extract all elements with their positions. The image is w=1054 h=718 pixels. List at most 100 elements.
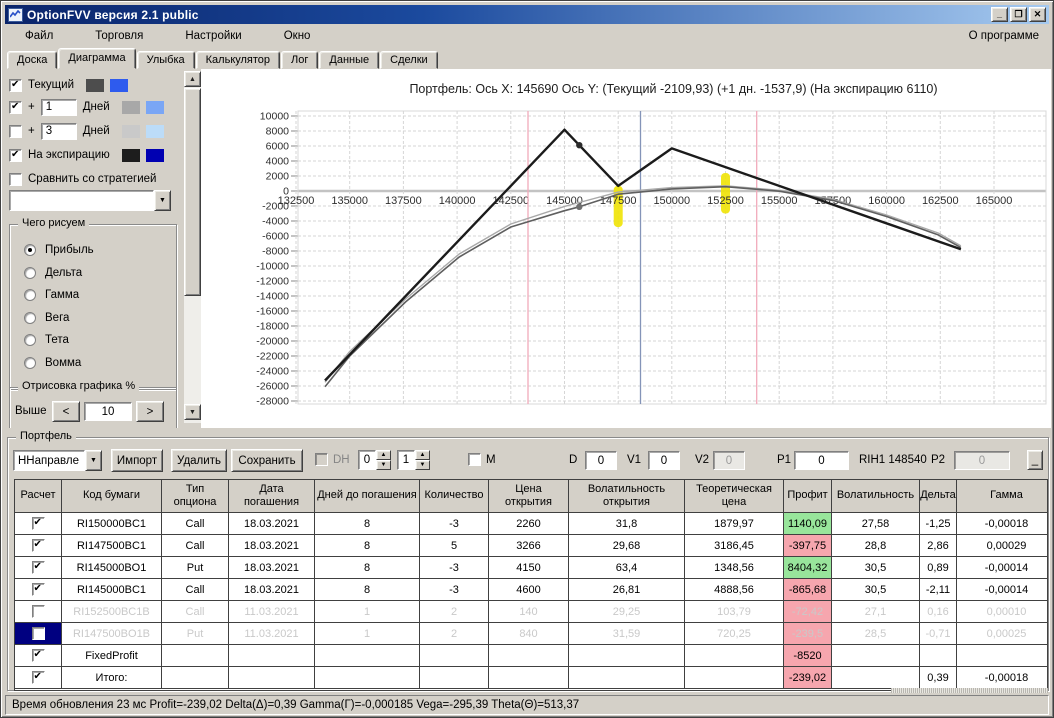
- dropdown-arrow-icon[interactable]: ▼: [154, 190, 171, 211]
- spin-up-icon[interactable]: ▲: [415, 450, 430, 460]
- import-button[interactable]: Импорт: [111, 449, 163, 472]
- radio-icon[interactable]: [24, 289, 36, 302]
- column-header[interactable]: Расчет: [15, 480, 62, 513]
- row-checkbox[interactable]: [31, 517, 45, 530]
- row-checkbox[interactable]: [31, 671, 45, 684]
- plus1-color-swatch-1[interactable]: [121, 100, 140, 114]
- radio-icon[interactable]: [24, 334, 36, 347]
- render-percent-value[interactable]: 10: [84, 402, 132, 421]
- draw-option-Прибыль[interactable]: Прибыль: [24, 239, 94, 262]
- row-checkbox[interactable]: [31, 583, 45, 596]
- table-row[interactable]: RI145000BO1Put18.03.20218-3415063,41348,…: [15, 557, 1047, 579]
- tab-Улыбка[interactable]: Улыбка: [136, 51, 195, 69]
- menu-item-Торговля[interactable]: Торговля: [83, 27, 155, 45]
- plus1-checkbox[interactable]: [9, 100, 22, 114]
- v1-field[interactable]: 0: [648, 451, 680, 470]
- row-checkbox[interactable]: [31, 539, 45, 552]
- menu-item-about[interactable]: О программе: [959, 27, 1049, 45]
- plus3-days-input[interactable]: 3: [40, 122, 77, 140]
- p1-field[interactable]: 0: [794, 451, 849, 470]
- plus1-color-swatch-2[interactable]: [145, 100, 164, 114]
- spinner-arrows[interactable]: ▲ ▼: [415, 450, 430, 470]
- strategy-dropdown-value[interactable]: [9, 190, 154, 211]
- plus3-checkbox[interactable]: [9, 124, 22, 138]
- d-field[interactable]: 0: [585, 451, 617, 470]
- tab-Доска[interactable]: Доска: [7, 51, 58, 69]
- direction-dropdown[interactable]: ННаправле ▼: [13, 450, 102, 471]
- expiration-color-swatch-2[interactable]: [145, 148, 164, 162]
- table-row[interactable]: RI145000BC1Call18.03.20218-3460026,81488…: [15, 579, 1047, 601]
- column-header[interactable]: Профит: [784, 480, 832, 513]
- column-header[interactable]: Тип опциона: [162, 480, 229, 513]
- tab-Сделки[interactable]: Сделки: [380, 51, 438, 69]
- draw-option-Вега[interactable]: Вега: [24, 307, 94, 330]
- row-calc-checkbox-cell[interactable]: [15, 579, 62, 601]
- draw-option-Тета[interactable]: Тета: [24, 329, 94, 352]
- menu-item-Файл[interactable]: Файл: [13, 27, 65, 45]
- tab-Диаграмма[interactable]: Диаграмма: [58, 48, 136, 69]
- radio-icon[interactable]: [24, 266, 36, 279]
- menu-item-Настройки[interactable]: Настройки: [173, 27, 253, 45]
- row-checkbox[interactable]: [31, 561, 45, 574]
- column-header[interactable]: Код бумаги: [62, 480, 162, 513]
- m-checkbox[interactable]: [468, 453, 481, 466]
- column-header[interactable]: Дельта: [920, 480, 957, 513]
- scroll-up-icon[interactable]: ▲: [184, 71, 201, 87]
- column-header[interactable]: Волатильность: [832, 480, 920, 513]
- row-checkbox[interactable]: [31, 627, 45, 640]
- maximize-button[interactable]: ❐: [1010, 7, 1027, 22]
- minimize-button[interactable]: _: [991, 7, 1008, 22]
- radio-icon[interactable]: [24, 356, 36, 369]
- dh-spinner-2[interactable]: 1 ▲ ▼: [397, 450, 430, 470]
- radio-icon[interactable]: [24, 244, 36, 257]
- spin-down-icon[interactable]: ▼: [376, 460, 391, 470]
- plus1-days-input[interactable]: 1: [40, 98, 77, 116]
- current-checkbox[interactable]: [9, 78, 22, 92]
- column-header[interactable]: Количество: [420, 480, 489, 513]
- save-button[interactable]: Сохранить: [231, 449, 303, 472]
- table-row[interactable]: RI147500BC1Call18.03.202185326629,683186…: [15, 535, 1047, 557]
- spinner-value[interactable]: 1: [397, 450, 415, 470]
- column-header[interactable]: Цена открытия: [489, 480, 569, 513]
- dropdown-arrow-icon[interactable]: ▼: [85, 450, 102, 471]
- dh-spinner-1[interactable]: 0 ▲ ▼: [358, 450, 391, 470]
- row-calc-checkbox-cell[interactable]: [15, 601, 62, 623]
- row-calc-checkbox-cell[interactable]: [15, 557, 62, 579]
- row-checkbox[interactable]: [31, 649, 45, 662]
- row-calc-checkbox-cell[interactable]: [15, 513, 62, 535]
- draw-option-Дельта[interactable]: Дельта: [24, 262, 94, 285]
- tab-Лог[interactable]: Лог: [281, 51, 319, 69]
- menu-item-Окно[interactable]: Окно: [272, 27, 323, 45]
- plus3-color-swatch-2[interactable]: [145, 124, 164, 138]
- current-color-swatch-2[interactable]: [110, 78, 128, 92]
- table-row[interactable]: RI150000BC1Call18.03.20218-3226031,81879…: [15, 513, 1047, 535]
- table-row[interactable]: FixedProfit -8520: [15, 645, 1047, 667]
- spin-up-icon[interactable]: ▲: [376, 450, 391, 460]
- tab-Данные[interactable]: Данные: [319, 51, 380, 69]
- render-increase-button[interactable]: >: [136, 401, 164, 422]
- tab-Калькулятор[interactable]: Калькулятор: [195, 51, 281, 69]
- strategy-dropdown[interactable]: ▼: [9, 190, 171, 211]
- dh-checkbox[interactable]: [315, 453, 328, 466]
- spinner-arrows[interactable]: ▲ ▼: [376, 450, 391, 470]
- radio-icon[interactable]: [24, 311, 36, 324]
- render-decrease-button[interactable]: <: [52, 401, 80, 422]
- column-header[interactable]: Теоретическая цена: [685, 480, 784, 513]
- current-color-swatch-1[interactable]: [86, 78, 104, 92]
- column-header[interactable]: Дней до погашения: [315, 480, 420, 513]
- horizontal-scrollbar[interactable]: [891, 688, 1048, 693]
- close-button[interactable]: ✕: [1029, 7, 1046, 22]
- column-header[interactable]: Дата погашения: [229, 480, 315, 513]
- direction-dropdown-value[interactable]: ННаправле: [13, 450, 85, 471]
- draw-option-Вомма[interactable]: Вомма: [24, 352, 94, 375]
- column-header[interactable]: Гамма: [957, 480, 1047, 513]
- row-calc-checkbox-cell[interactable]: [15, 667, 62, 689]
- table-row[interactable]: RI152500BC1B Call 11.03.2021 1 2 140 29,25 103,…: [15, 601, 1047, 623]
- plus3-color-swatch-1[interactable]: [121, 124, 140, 138]
- compare-strategy-checkbox[interactable]: [9, 172, 22, 186]
- row-calc-checkbox-cell[interactable]: [15, 623, 62, 645]
- row-calc-checkbox-cell[interactable]: [15, 535, 62, 557]
- expiration-checkbox[interactable]: [9, 148, 22, 162]
- expiration-color-swatch-1[interactable]: [121, 148, 140, 162]
- spinner-value[interactable]: 0: [358, 450, 376, 470]
